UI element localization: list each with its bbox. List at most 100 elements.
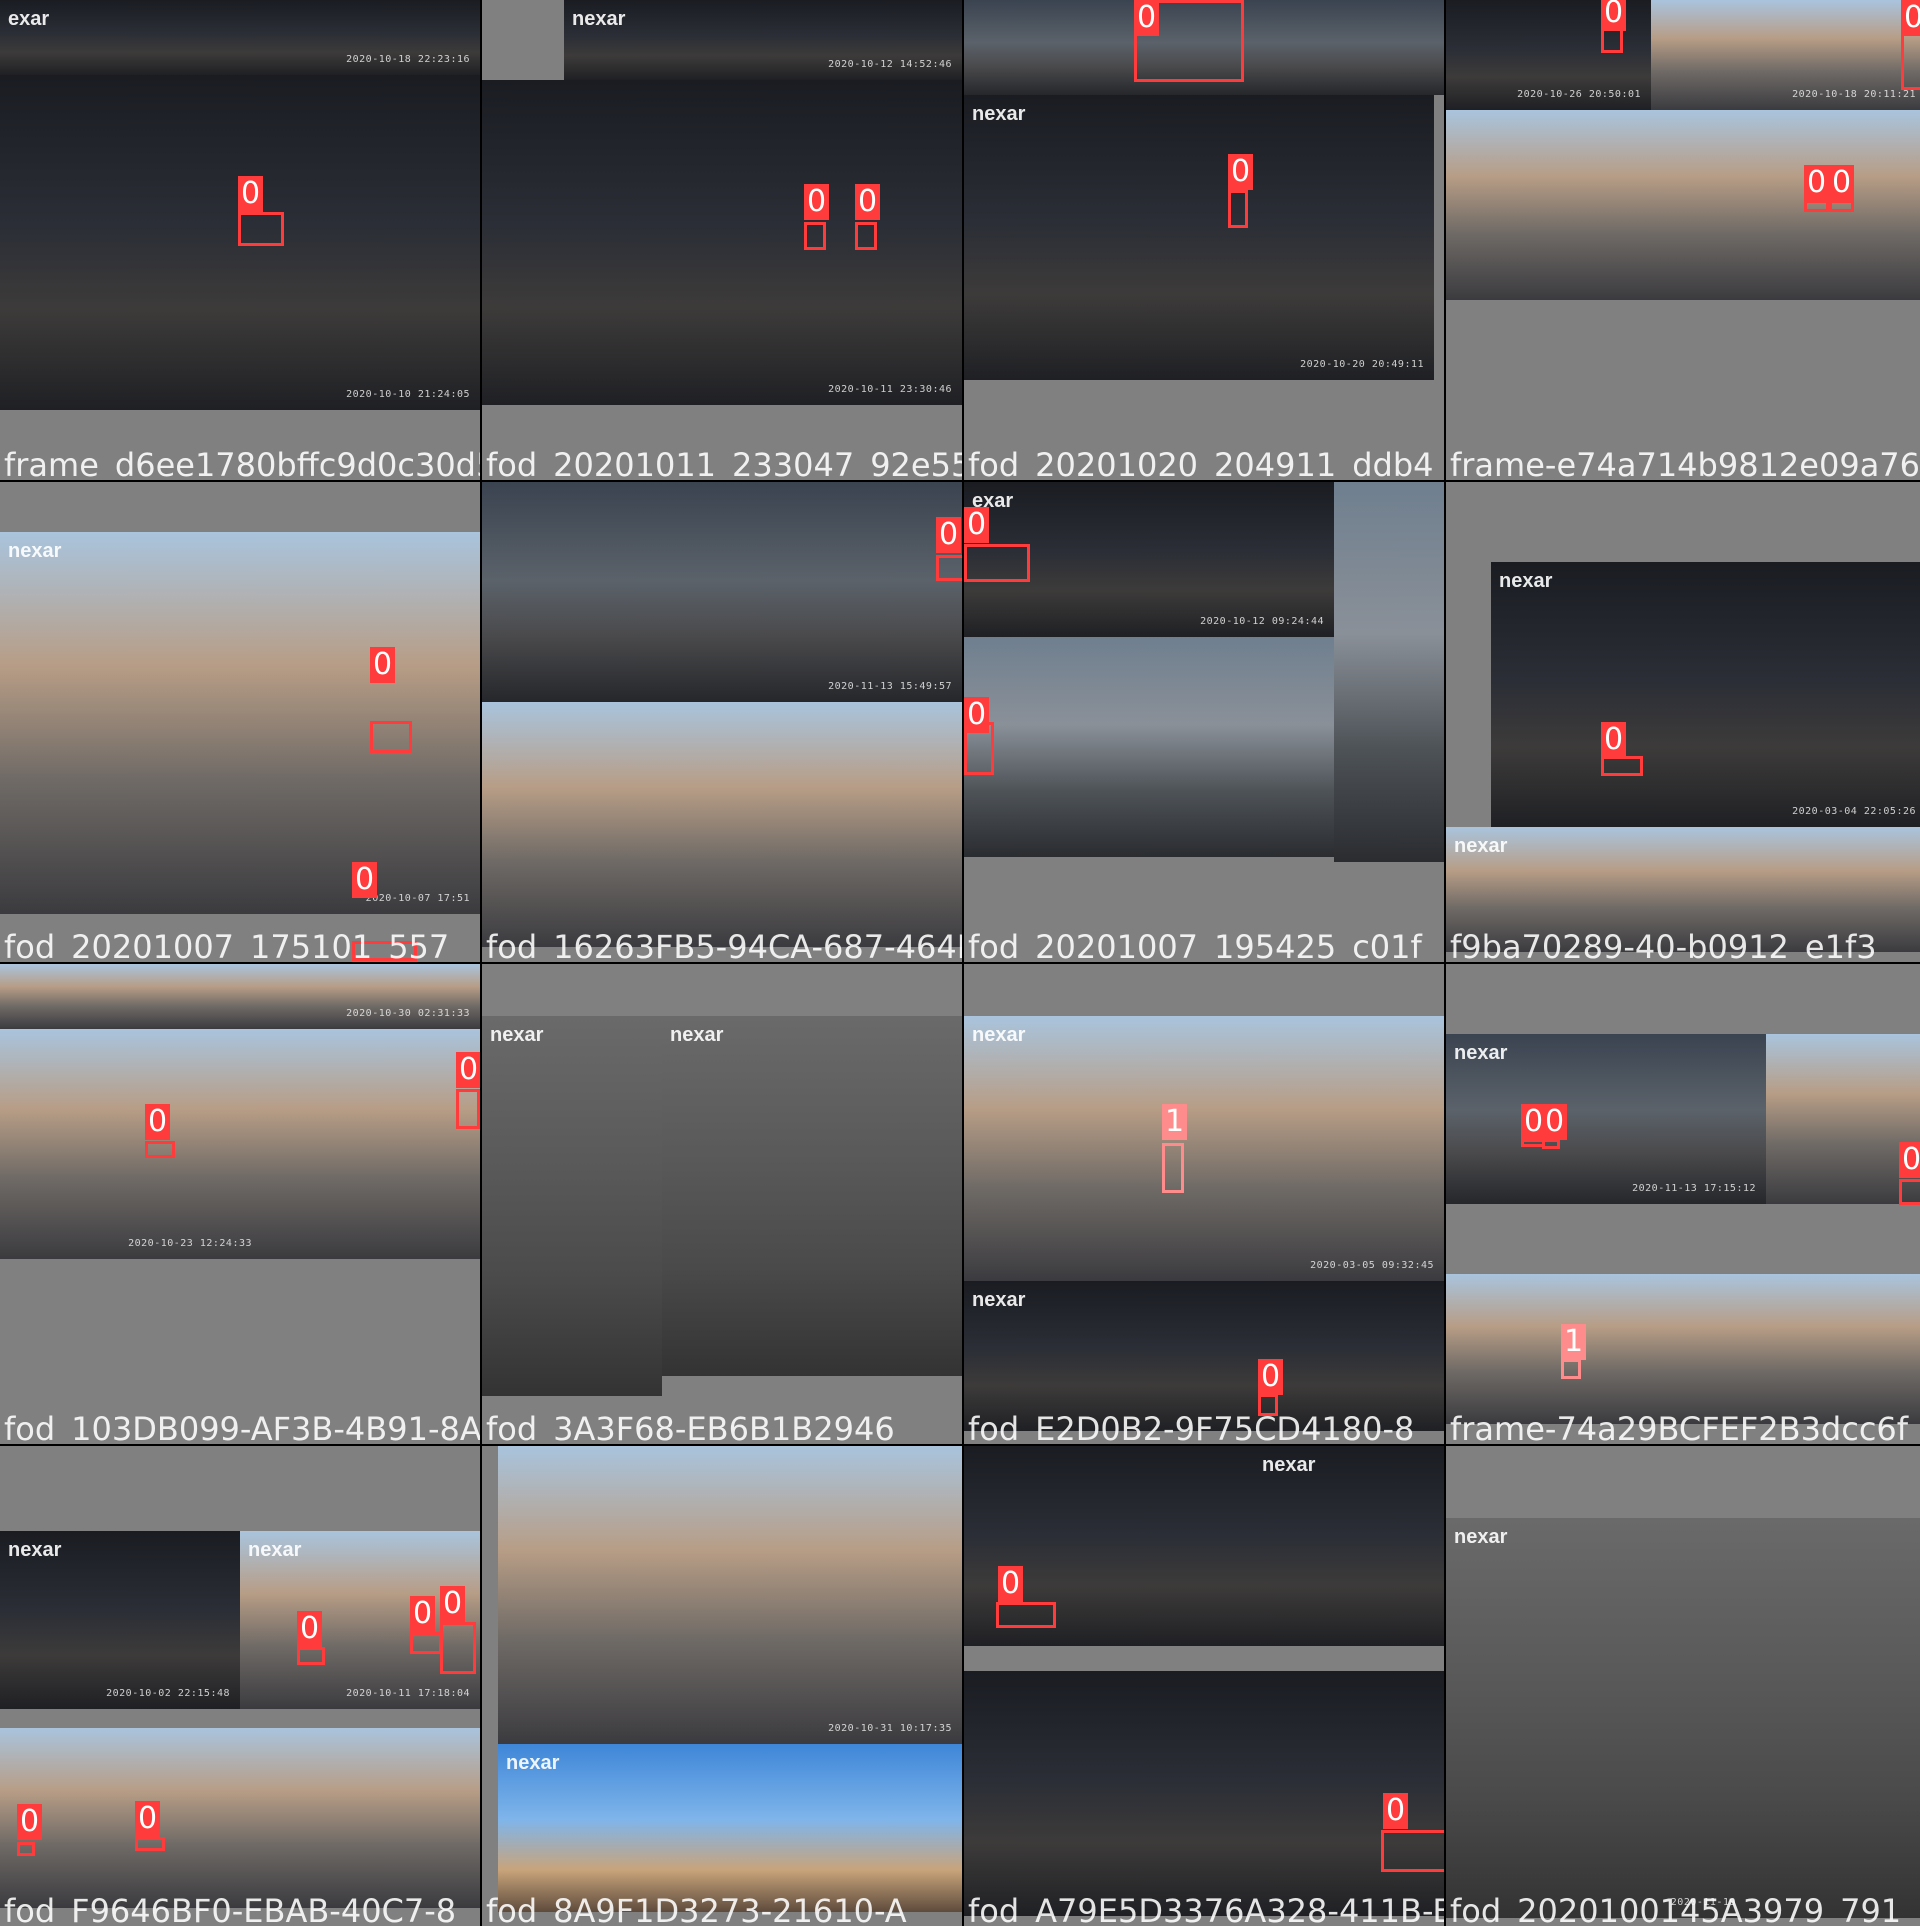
street-scene bbox=[482, 80, 962, 405]
dashcam-frame: nexar 2020-11-19 bbox=[1446, 1518, 1746, 1918]
nexar-logo: nexar bbox=[490, 1024, 544, 1046]
street-scene bbox=[1491, 562, 1920, 827]
image-filename: fod_8A9F1D3273-21610-A bbox=[486, 1892, 907, 1926]
timestamp: 2020-10-26 20:50:01 bbox=[1517, 89, 1641, 100]
dashcam-frame: nexar bbox=[498, 1744, 962, 1912]
dashcam-frame bbox=[1651, 110, 1920, 300]
mosaic-tile: nexar 2020-11-13 17:15:12 0 0 0 1 frame-74a29B… bbox=[1446, 964, 1920, 1444]
dashcam-frame bbox=[1446, 1274, 1766, 1424]
class-label: 0 bbox=[998, 1566, 1024, 1602]
street-scene bbox=[964, 1281, 1444, 1431]
image-filename: fod_20201020_204911_ddb4 bbox=[968, 446, 1434, 480]
timestamp: 2020-11-13 15:49:57 bbox=[828, 681, 952, 692]
detection-box bbox=[456, 1089, 480, 1129]
street-scene bbox=[964, 95, 1434, 380]
class-label: 0 bbox=[1804, 165, 1830, 201]
nexar-logo: nexar bbox=[972, 1024, 1026, 1046]
mosaic-tile: 2020-10-26 20:50:01 2020-10-18 20:11:21 0 0… bbox=[1446, 0, 1920, 480]
class-label: 0 bbox=[297, 1611, 323, 1647]
timestamp: 2020-10-11 23:30:46 bbox=[828, 384, 952, 395]
class-label: 0 bbox=[352, 862, 378, 898]
street-scene bbox=[1446, 1274, 1766, 1424]
class-label: 0 bbox=[456, 1052, 480, 1088]
dashcam-frame: nexar bbox=[1254, 1446, 1444, 1646]
image-filename: fod_20201011_233047_92e55 bbox=[486, 446, 962, 480]
dashcam-frame: nexar 2020-10-12 14:52:46 bbox=[564, 0, 962, 80]
detection-box bbox=[440, 1622, 476, 1674]
image-filename: fod_16263FB5-94CA-687-464E-A4A bbox=[486, 928, 962, 962]
mosaic-tile: nexar 2020-10-12 14:52:46 2020-10-11 23:30… bbox=[482, 0, 962, 480]
detection-box bbox=[410, 1632, 442, 1654]
class-label: 0 bbox=[1258, 1359, 1284, 1395]
street-scene bbox=[964, 637, 1334, 857]
detection-box bbox=[1561, 1359, 1581, 1379]
street-scene bbox=[1651, 110, 1920, 300]
timestamp: 2020-03-04 22:05:26 bbox=[1792, 806, 1916, 817]
mosaic-grid: exar 2020-10-18 22:23:16 2020-10-10 21:24:… bbox=[0, 0, 1920, 1926]
street-scene bbox=[1334, 482, 1444, 862]
nexar-logo: nexar bbox=[572, 8, 626, 30]
image-filename: fod_20201007_175101_557 bbox=[4, 928, 450, 962]
dashcam-frame: nexar 2020-03-04 22:05:26 bbox=[1491, 562, 1920, 827]
nexar-logo: nexar bbox=[248, 1539, 302, 1561]
mosaic-tile: nexar 2020-03-04 22:05:26 nexar 0 f9ba70289-… bbox=[1446, 482, 1920, 962]
detection-box bbox=[1228, 190, 1248, 228]
detection-box bbox=[964, 544, 1030, 582]
dashcam-frame: 2020-10-18 20:11:21 bbox=[1651, 0, 1920, 110]
class-label: 1 bbox=[1561, 1324, 1587, 1360]
dashcam-frame: nexar bbox=[482, 1016, 662, 1396]
detection-box bbox=[1542, 1139, 1560, 1149]
detection-box bbox=[936, 555, 962, 581]
dashcam-frame bbox=[1746, 1518, 1920, 1918]
mosaic-tile: nexar 2020-10-20 20:49:11 0 0 fod_20201020_2… bbox=[964, 0, 1444, 480]
nexar-logo: nexar bbox=[506, 1752, 560, 1774]
mosaic-tile: nexar 0 0 fod_A79E5D3376A328-411B-B bbox=[964, 1446, 1444, 1926]
timestamp: 2020-10-02 22:15:48 bbox=[106, 1688, 230, 1699]
timestamp: 2020-10-31 10:17:35 bbox=[828, 1723, 952, 1734]
street-scene bbox=[964, 1016, 1444, 1281]
class-label: 0 bbox=[1542, 1104, 1568, 1140]
image-filename: fod_3A3F68-EB6B1B2946 bbox=[486, 1410, 895, 1444]
nexar-logo: nexar bbox=[1454, 1042, 1508, 1064]
timestamp: 2020-10-07 17:51 bbox=[365, 893, 470, 904]
timestamp: 2020-10-18 22:23:16 bbox=[346, 54, 470, 65]
dashcam-frame: 2020-10-30 02:31:33 bbox=[0, 964, 480, 1029]
class-label: 0 bbox=[804, 184, 830, 220]
timestamp: 2020-10-10 21:24:05 bbox=[346, 389, 470, 400]
timestamp: 2020-10-18 20:11:21 bbox=[1792, 89, 1916, 100]
class-label: 0 bbox=[1901, 0, 1920, 36]
class-label: 0 bbox=[936, 517, 962, 553]
street-scene bbox=[0, 1029, 262, 1259]
street-scene bbox=[1766, 1034, 1920, 1204]
street-scene bbox=[240, 1728, 480, 1908]
class-label: 0 bbox=[410, 1596, 436, 1632]
class-label: 0 bbox=[238, 176, 264, 212]
nexar-logo: nexar bbox=[1499, 570, 1553, 592]
class-label: 0 bbox=[440, 1586, 466, 1622]
class-label: 0 bbox=[1601, 0, 1627, 31]
detection-box bbox=[804, 222, 826, 250]
class-label: 0 bbox=[370, 647, 396, 683]
dashcam-frame: nexar bbox=[662, 1016, 962, 1376]
dashcam-frame: nexar 2020-10-20 20:49:11 bbox=[964, 95, 1434, 380]
dashcam-frame: exar 2020-10-18 22:23:16 bbox=[0, 0, 480, 75]
dashcam-frame: 2020-11-13 15:49:57 bbox=[482, 482, 962, 702]
image-filename: fod_2020100145A3979_791 bbox=[1450, 1892, 1902, 1926]
nexar-logo: nexar bbox=[1262, 1454, 1316, 1476]
detection-box bbox=[135, 1837, 165, 1851]
dashcam-frame bbox=[964, 1671, 1444, 1916]
image-filename: f9ba70289-40-b0912_e1f3 bbox=[1450, 928, 1877, 962]
nexar-logo: nexar bbox=[670, 1024, 724, 1046]
class-label: 1 bbox=[1162, 1104, 1188, 1140]
image-filename: frame-e74a714b9812e09a76 bbox=[1450, 446, 1920, 480]
class-label: 0 bbox=[1899, 1142, 1920, 1178]
image-filename: fod_20201007_195425_c01f bbox=[968, 928, 1422, 962]
dashcam-frame: 2020-10-23 12:24:33 bbox=[0, 1029, 262, 1259]
class-label: 0 bbox=[1134, 0, 1160, 36]
mosaic-tile: exar 2020-10-18 22:23:16 2020-10-10 21:24:… bbox=[0, 0, 480, 480]
timestamp: 2020-11-13 17:15:12 bbox=[1632, 1183, 1756, 1194]
detection-box bbox=[297, 1647, 325, 1665]
dashcam-frame bbox=[1766, 1034, 1920, 1204]
detection-box bbox=[370, 721, 412, 753]
detection-box bbox=[238, 212, 284, 246]
